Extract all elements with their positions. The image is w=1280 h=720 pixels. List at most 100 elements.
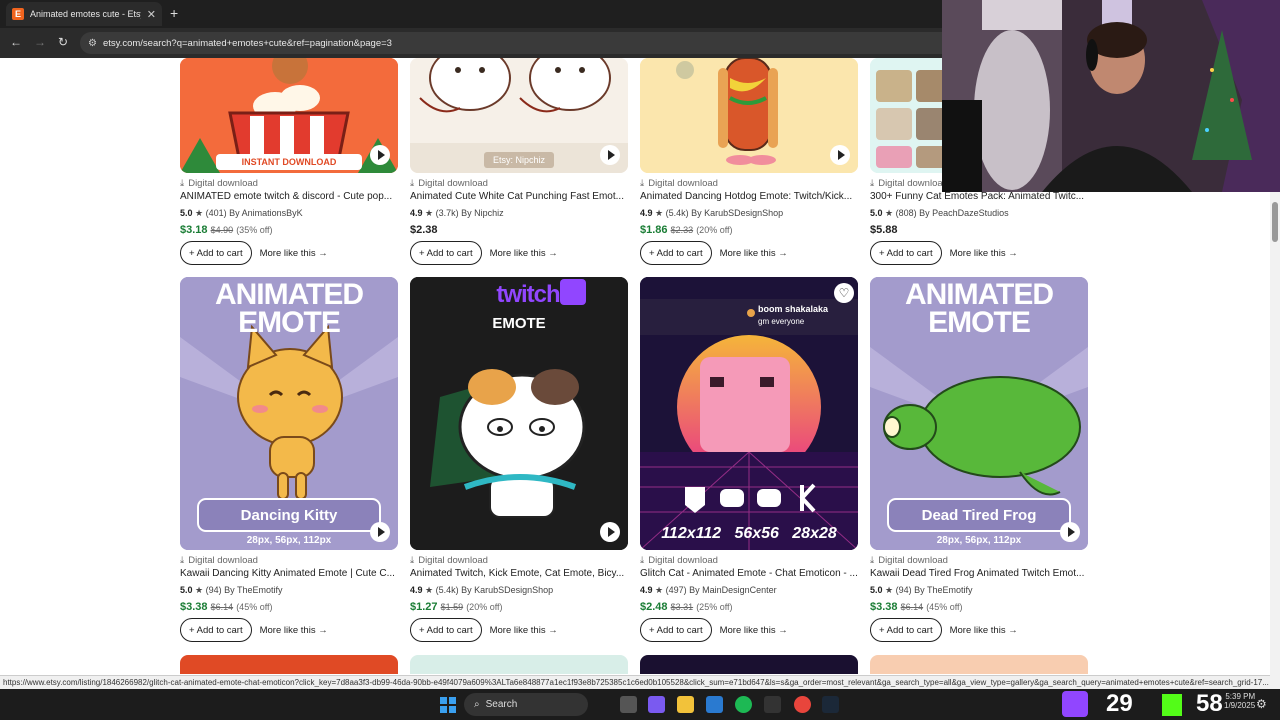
more-like-this-link[interactable]: More like this → xyxy=(490,248,558,259)
streamer-webcam-image xyxy=(942,0,1280,192)
webcam-overlay xyxy=(942,0,1280,192)
listing-rating: 4.9 ★ (3.7k) By Nipchiz xyxy=(410,208,504,218)
listing-title[interactable]: Animated Dancing Hotdog Emote: Twitch/Ki… xyxy=(640,191,858,202)
settings-gear-icon[interactable]: ⚙ xyxy=(1256,697,1267,711)
twitch-logo-text: twitch xyxy=(496,281,560,308)
etsy-favicon-icon: E xyxy=(12,8,24,20)
add-to-cart-button[interactable]: + Add to cart xyxy=(870,241,942,265)
more-like-this-link[interactable]: More like this → xyxy=(950,248,1018,259)
play-video-icon[interactable] xyxy=(370,145,390,165)
listing-rating: 5.0 ★ (808) By PeachDazeStudios xyxy=(870,208,1009,218)
new-tab-icon[interactable]: + xyxy=(170,5,178,21)
listing-thumbnail[interactable]: Etsy: Nipchiz xyxy=(410,58,628,173)
chrome-icon[interactable] xyxy=(794,696,811,713)
more-like-this-link[interactable]: More like this → xyxy=(490,625,558,636)
add-to-cart-button[interactable]: + Add to cart xyxy=(180,241,252,265)
listing-price: $1.86 $2.33 (20% off) xyxy=(640,224,733,236)
favorite-heart-icon[interactable]: ♡ xyxy=(834,283,854,303)
spotify-icon[interactable] xyxy=(735,696,752,713)
digital-download-label: ⤓ Digital download xyxy=(180,555,258,566)
listing-thumbnail[interactable]: INSTANT DOWNLOAD xyxy=(180,58,398,173)
listing-thumbnail-partial[interactable] xyxy=(870,655,1088,674)
download-icon: ⤓ xyxy=(410,178,415,189)
listing-title[interactable]: Animated Cute White Cat Punching Fast Em… xyxy=(410,191,628,202)
page-scrollbar[interactable] xyxy=(1270,192,1280,689)
emote-heading: EMOTE xyxy=(492,315,546,332)
chat-message-2: gm everyone xyxy=(758,317,805,326)
add-to-cart-button[interactable]: + Add to cart xyxy=(410,618,482,642)
listing-thumbnail[interactable]: twitch EMOTE xyxy=(410,277,628,550)
listing-rating: 5.0 ★ (94) By TheEmotify xyxy=(180,585,283,595)
notepad-icon[interactable] xyxy=(706,696,723,713)
listing-title[interactable]: Glitch Cat - Animated Emote - Chat Emoti… xyxy=(640,568,858,579)
forward-icon[interactable]: → xyxy=(34,35,46,49)
listing-price: $3.38 $6.14 (45% off) xyxy=(180,601,273,613)
windows-taskbar: ⌕ Search 29 58 5:39 PM 1/9/2025 ⚙ xyxy=(0,689,1280,720)
hotdog-illustration xyxy=(640,58,858,173)
digital-download-label: ⤓ Digital download xyxy=(640,555,718,566)
animated-title: ANIMATED EMOTE xyxy=(214,278,364,339)
more-like-this-link[interactable]: More like this → xyxy=(260,625,328,636)
listing-price: $1.27 $1.59 (20% off) xyxy=(410,601,503,613)
download-icon: ⤓ xyxy=(870,555,875,566)
emote-name-label: Dead Tired Frog xyxy=(921,507,1037,524)
listing-rating: 4.9 ★ (497) By MainDesignCenter xyxy=(640,585,777,595)
add-to-cart-button[interactable]: + Add to cart xyxy=(870,618,942,642)
emote-sizes-label: 112x112 56x56 28x28 xyxy=(661,525,837,542)
listing-thumbnail[interactable]: ANIMATED EMOTE Dead Tired Frog 28px, 56px… xyxy=(870,277,1088,550)
back-icon[interactable]: ← xyxy=(10,35,22,49)
play-video-icon[interactable] xyxy=(830,145,850,165)
digital-download-label: ⤓ Digital download xyxy=(640,178,718,189)
more-like-this-link[interactable]: More like this → xyxy=(720,248,788,259)
file-explorer-icon[interactable] xyxy=(677,696,694,713)
listing-rating: 5.0 ★ (94) By TheEmotify xyxy=(870,585,973,595)
add-to-cart-button[interactable]: + Add to cart xyxy=(180,618,252,642)
listing-thumbnail[interactable] xyxy=(640,58,858,173)
add-to-cart-button[interactable]: + Add to cart xyxy=(640,241,712,265)
listing-thumbnail[interactable]: ANIMATED EMOTE Dancing Kitty 28px, 56px, … xyxy=(180,277,398,550)
listing-rating: 4.9 ★ (5.4k) By KarubSDesignShop xyxy=(410,585,554,595)
chat-message-1: boom shakalaka xyxy=(758,304,829,314)
download-icon: ⤓ xyxy=(180,178,185,189)
reload-icon[interactable]: ↻ xyxy=(58,35,68,49)
taskbar-search[interactable]: ⌕ Search xyxy=(464,693,588,716)
listing-thumbnail[interactable]: boom shakalaka gm everyone 112x112 56x56… xyxy=(640,277,858,550)
listing-title[interactable]: Kawaii Dancing Kitty Animated Emote | Cu… xyxy=(180,568,398,579)
emote-sizes-label: 28px, 56px, 112px xyxy=(246,535,332,546)
windows-start-icon[interactable] xyxy=(440,697,456,713)
digital-download-label: ⤓ Digital download xyxy=(870,555,948,566)
hud-app-icon[interactable] xyxy=(764,696,781,713)
add-to-cart-button[interactable]: + Add to cart xyxy=(640,618,712,642)
url-input[interactable]: ⚙ etsy.com/search?q=animated+emotes+cute… xyxy=(80,32,980,54)
more-like-this-link[interactable]: More like this → xyxy=(950,625,1018,636)
listing-title[interactable]: 300+ Funny Cat Emotes Pack: Animated Twi… xyxy=(870,191,1088,202)
copilot-icon[interactable] xyxy=(648,696,665,713)
add-to-cart-button[interactable]: + Add to cart xyxy=(410,241,482,265)
listing-title[interactable]: Animated Twitch, Kick Emote, Cat Emote, … xyxy=(410,568,628,579)
digital-download-label: ⤓ Digital download xyxy=(180,178,258,189)
download-icon: ⤓ xyxy=(640,555,645,566)
listing-rating: 5.0 ★ (401) By AnimationsByK xyxy=(180,208,303,218)
play-video-icon[interactable] xyxy=(1060,522,1080,542)
listing-thumbnail-partial[interactable] xyxy=(180,655,398,674)
task-view-icon[interactable] xyxy=(620,696,637,713)
instant-download-label: INSTANT DOWNLOAD xyxy=(241,157,337,167)
steam-icon[interactable] xyxy=(822,696,839,713)
tab-close-icon[interactable]: ✕ xyxy=(147,8,156,21)
tab-active[interactable]: E Animated emotes cute - Etsy ✕ xyxy=(6,2,162,26)
download-icon: ⤓ xyxy=(640,178,645,189)
play-video-icon[interactable] xyxy=(370,522,390,542)
play-video-icon[interactable] xyxy=(600,145,620,165)
listing-title[interactable]: Kawaii Dead Tired Frog Animated Twitch E… xyxy=(870,568,1088,579)
clock: 5:39 PM 1/9/2025 xyxy=(1224,692,1256,710)
more-like-this-link[interactable]: More like this → xyxy=(260,248,328,259)
more-like-this-link[interactable]: More like this → xyxy=(720,625,788,636)
glitch-cat-illustration xyxy=(640,277,858,550)
download-icon: ⤓ xyxy=(870,178,875,189)
site-info-icon[interactable]: ⚙ xyxy=(88,38,97,49)
play-video-icon[interactable] xyxy=(600,522,620,542)
listing-thumbnail-partial[interactable] xyxy=(640,655,858,674)
listing-title[interactable]: ANIMATED emote twitch & discord - Cute p… xyxy=(180,191,398,202)
listing-thumbnail-partial[interactable] xyxy=(410,655,628,674)
search-icon: ⌕ xyxy=(474,699,480,710)
